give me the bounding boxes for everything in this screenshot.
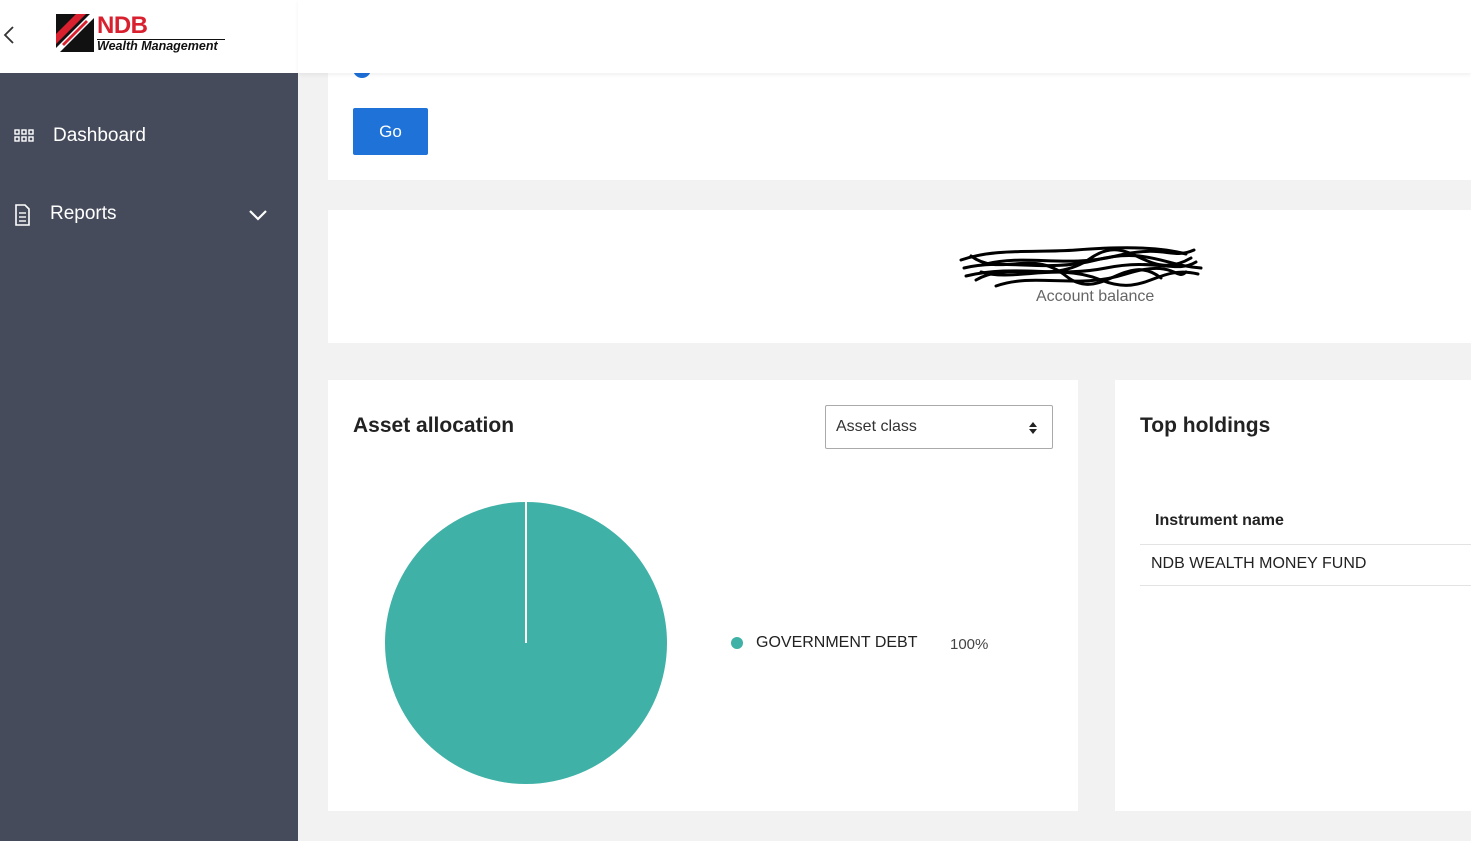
asset-class-select[interactable]: Asset class — [825, 405, 1053, 449]
sidebar: NDB Wealth Management Dashboard Reports — [0, 0, 298, 841]
asset-allocation-title: Asset allocation — [353, 414, 515, 437]
sidebar-item-reports[interactable]: Reports — [0, 188, 298, 244]
go-button[interactable]: Go — [353, 108, 428, 155]
account-balance-label: Account balance — [1036, 288, 1155, 305]
grid-icon — [14, 129, 34, 142]
logo-subtitle: Wealth Management — [97, 39, 218, 53]
balance-card: Account balance — [328, 210, 1471, 343]
filter-card: Go — [328, 60, 1471, 180]
ndb-logo: NDB Wealth Management — [56, 12, 226, 54]
asset-allocation-card: Asset allocation Asset class GOVERNMENT … — [328, 380, 1078, 811]
legend-label: GOVERNMENT DEBT — [756, 634, 918, 651]
legend-value: 100% — [950, 636, 989, 653]
row-divider — [1140, 585, 1471, 586]
document-icon — [15, 204, 30, 226]
logo-brand: NDB — [97, 12, 148, 39]
chevron-down-icon[interactable] — [248, 208, 268, 222]
legend-color-dot — [731, 637, 743, 649]
sort-arrows-icon — [1029, 422, 1037, 434]
logo-mark-icon — [56, 14, 94, 52]
column-header-instrument-name: Instrument name — [1155, 512, 1284, 529]
back-chevron-icon[interactable] — [2, 24, 18, 46]
table-cell-instrument: NDB WEALTH MONEY FUND — [1151, 555, 1367, 572]
top-holdings-card: Top holdings Instrument name NDB WEALTH … — [1115, 380, 1471, 811]
sidebar-item-label: Dashboard — [53, 125, 146, 146]
select-value: Asset class — [836, 418, 917, 435]
top-holdings-title: Top holdings — [1140, 414, 1271, 437]
top-bar — [298, 0, 1471, 73]
sidebar-header: NDB Wealth Management — [0, 0, 298, 73]
asset-allocation-pie-chart — [385, 502, 667, 784]
sidebar-item-label: Reports — [50, 203, 117, 224]
row-divider — [1140, 544, 1471, 545]
sidebar-item-dashboard[interactable]: Dashboard — [0, 110, 298, 166]
